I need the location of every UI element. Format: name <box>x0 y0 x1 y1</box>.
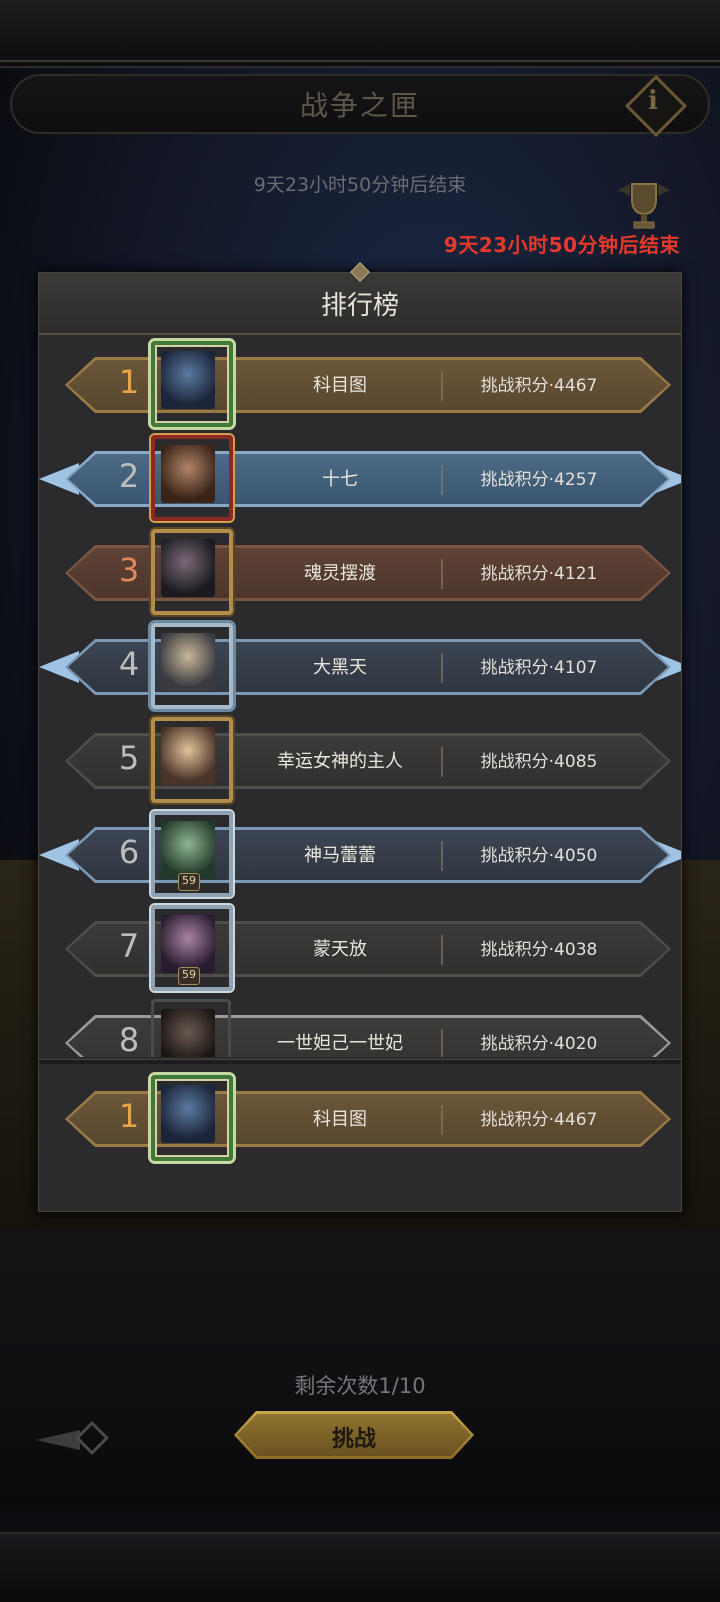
challenge-score: 挑战积分·4107 <box>480 658 598 678</box>
bottom-bar <box>0 1532 720 1602</box>
player-name: 一世妲己一世妃 <box>277 1033 403 1054</box>
challenge-score: 挑战积分·4085 <box>480 752 598 772</box>
challenge-button-label: 挑战 <box>331 1427 376 1452</box>
challenge-score: 挑战积分·4050 <box>480 846 598 866</box>
avatar[interactable] <box>151 341 233 427</box>
leaderboard-row[interactable]: 6 59 神马蕾蕾 挑战积分·4050 <box>39 807 681 897</box>
challenge-score: 挑战积分·4020 <box>480 1034 598 1054</box>
challenge-score: 挑战积分·4467 <box>480 376 598 396</box>
leaderboard-row[interactable]: 8 一世妲己一世妃 挑战积分·4020 <box>39 995 681 1057</box>
avatar[interactable] <box>151 999 231 1057</box>
rank-number: 5 <box>118 739 140 777</box>
rank-number: 4 <box>118 645 140 683</box>
leaderboard-row[interactable]: 2 十七 挑战积分·4257 <box>39 431 681 521</box>
rank-number: 2 <box>118 457 140 495</box>
avatar[interactable] <box>151 623 233 709</box>
rank-number: 1 <box>118 363 140 401</box>
rank-number: 7 <box>118 927 140 965</box>
trophy-countdown: 9天23小时50分钟后结束 <box>443 233 680 257</box>
player-name: 大黑天 <box>313 657 367 678</box>
leaderboard-title: 排行榜 <box>320 291 399 321</box>
back-button[interactable] <box>36 1418 116 1458</box>
level-badge: 59 <box>178 873 200 891</box>
avatar[interactable]: 59 <box>151 811 233 897</box>
player-name: 科目图 <box>313 1109 367 1130</box>
leaderboard-header: 排行榜 <box>39 262 681 335</box>
player-name: 科目图 <box>313 375 367 396</box>
challenge-score: 挑战积分·4467 <box>480 1110 598 1130</box>
avatar[interactable] <box>151 717 233 803</box>
challenge-button[interactable]: 挑战 <box>234 1411 474 1459</box>
leaderboard-row[interactable]: 4 大黑天 挑战积分·4107 <box>39 619 681 709</box>
avatar[interactable] <box>151 435 233 521</box>
my-rank-section: 1 科目图 挑战积分·4467 <box>39 1063 681 1211</box>
leaderboard-row[interactable]: 3 魂灵摆渡 挑战积分·4121 <box>39 525 681 615</box>
player-name: 幸运女神的主人 <box>277 751 403 772</box>
challenge-score: 挑战积分·4257 <box>480 470 598 490</box>
rank-number: 6 <box>118 833 140 871</box>
rank-number: 8 <box>118 1021 140 1057</box>
top-bar <box>0 0 720 68</box>
leaderboard-panel: 排行榜 1 科目图 挑战积分·4467 2 十七 挑战积分·4257 3 魂灵摆… <box>38 262 682 1212</box>
trophy-icon[interactable] <box>612 180 676 232</box>
info-button[interactable]: i <box>624 74 688 138</box>
rank-number: 1 <box>118 1097 140 1135</box>
back-arrow-icon <box>36 1430 80 1450</box>
avatar[interactable] <box>151 529 233 615</box>
leaderboard-list[interactable]: 1 科目图 挑战积分·4467 2 十七 挑战积分·4257 3 魂灵摆渡 挑战… <box>39 337 681 1057</box>
leaderboard-row[interactable]: 5 幸运女神的主人 挑战积分·4085 <box>39 713 681 803</box>
challenge-score: 挑战积分·4121 <box>480 564 598 584</box>
rank-number: 3 <box>118 551 140 589</box>
player-name: 魂灵摆渡 <box>304 563 376 584</box>
remaining-attempts: 剩余次数1/10 <box>294 1374 426 1398</box>
leaderboard-row[interactable]: 1 科目图 挑战积分·4467 <box>39 337 681 427</box>
player-name: 蒙天放 <box>313 939 367 960</box>
page-title: 战争之匣 <box>299 89 420 122</box>
avatar[interactable]: 59 <box>151 905 233 991</box>
level-badge: 59 <box>178 967 200 985</box>
challenge-score: 挑战积分·4038 <box>480 940 598 960</box>
my-rank-row[interactable]: 1 科目图 挑战积分·4467 <box>39 1071 681 1161</box>
player-name: 神马蕾蕾 <box>304 845 376 866</box>
diamond-icon <box>75 1421 109 1455</box>
leaderboard-row[interactable]: 7 59 蒙天放 挑战积分·4038 <box>39 901 681 991</box>
avatar[interactable] <box>151 1075 233 1161</box>
player-name: 十七 <box>322 469 358 490</box>
